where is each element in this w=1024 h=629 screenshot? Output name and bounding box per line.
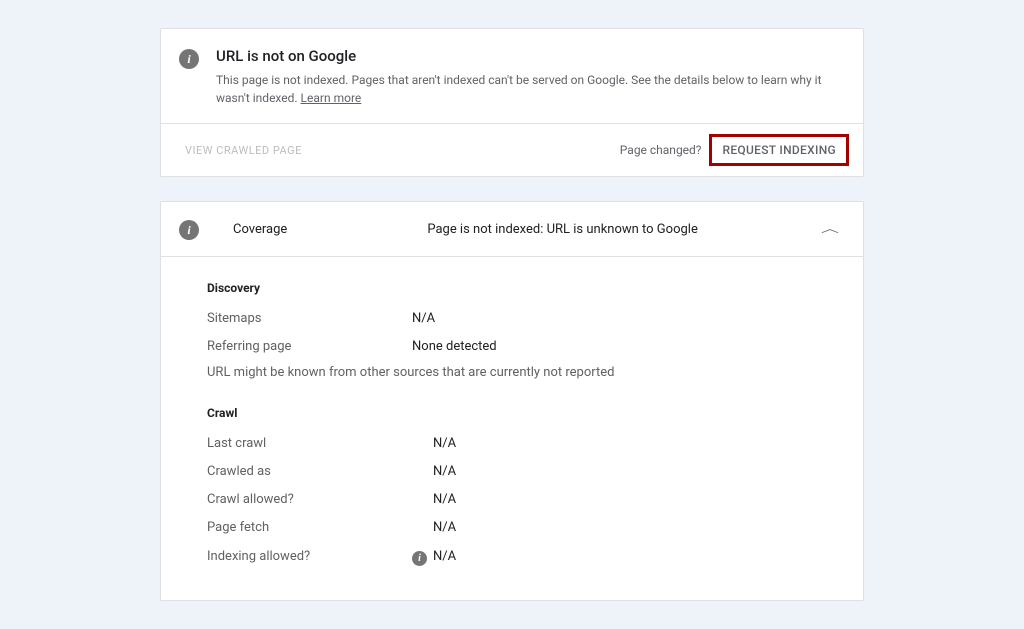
coverage-header[interactable]: i Coverage Page is not indexed: URL is u… xyxy=(161,202,863,257)
coverage-details: Discovery Sitemaps N/A Referring page No… xyxy=(161,257,863,600)
discovery-section-title: Discovery xyxy=(207,281,839,295)
page-changed-label: Page changed? xyxy=(620,143,702,157)
indexing-allowed-label: Indexing allowed? xyxy=(207,549,412,564)
indexing-allowed-value: N/A xyxy=(433,549,456,564)
coverage-label: Coverage xyxy=(233,222,287,237)
referring-row: Referring page None detected xyxy=(207,337,839,355)
crawled-as-row: Crawled as N/A xyxy=(207,462,839,480)
info-icon: i xyxy=(179,220,199,240)
status-card: i URL is not on Google This page is not … xyxy=(160,28,864,177)
page-fetch-label: Page fetch xyxy=(207,520,412,535)
crawled-as-value: N/A xyxy=(433,464,456,479)
crawl-allowed-value: N/A xyxy=(433,492,456,507)
request-indexing-button[interactable]: REQUEST INDEXING xyxy=(709,134,849,166)
status-title: URL is not on Google xyxy=(216,47,839,65)
last-crawl-value: N/A xyxy=(433,436,456,451)
referring-label: Referring page xyxy=(207,339,412,354)
info-icon[interactable]: i xyxy=(412,551,427,566)
discovery-note: URL might be known from other sources th… xyxy=(207,365,839,380)
learn-more-link[interactable]: Learn more xyxy=(301,91,362,105)
status-description: This page is not indexed. Pages that are… xyxy=(216,71,839,107)
info-icon: i xyxy=(179,49,199,69)
last-crawl-row: Last crawl N/A xyxy=(207,434,839,452)
crawl-allowed-label: Crawl allowed? xyxy=(207,492,412,507)
chevron-up-icon: ︿ xyxy=(821,224,839,235)
coverage-card: i Coverage Page is not indexed: URL is u… xyxy=(160,201,864,601)
crawl-section-title: Crawl xyxy=(207,406,839,420)
status-section: i URL is not on Google This page is not … xyxy=(161,29,863,123)
action-bar: VIEW CRAWLED PAGE Page changed? REQUEST … xyxy=(161,123,863,176)
status-text: URL is not on Google This page is not in… xyxy=(216,47,839,107)
page-fetch-value: N/A xyxy=(433,520,456,535)
crawled-as-label: Crawled as xyxy=(207,464,412,479)
referring-value: None detected xyxy=(412,339,497,354)
indexing-allowed-row: Indexing allowed? i N/A xyxy=(207,546,839,566)
right-actions: Page changed? REQUEST INDEXING xyxy=(620,134,849,166)
coverage-summary: Page is not indexed: URL is unknown to G… xyxy=(427,222,821,237)
crawl-allowed-row: Crawl allowed? N/A xyxy=(207,490,839,508)
last-crawl-label: Last crawl xyxy=(207,436,412,451)
view-crawled-page-button: VIEW CRAWLED PAGE xyxy=(185,144,302,157)
sitemaps-row: Sitemaps N/A xyxy=(207,309,839,327)
sitemaps-label: Sitemaps xyxy=(207,311,412,326)
sitemaps-value: N/A xyxy=(412,311,435,326)
page-fetch-row: Page fetch N/A xyxy=(207,518,839,536)
